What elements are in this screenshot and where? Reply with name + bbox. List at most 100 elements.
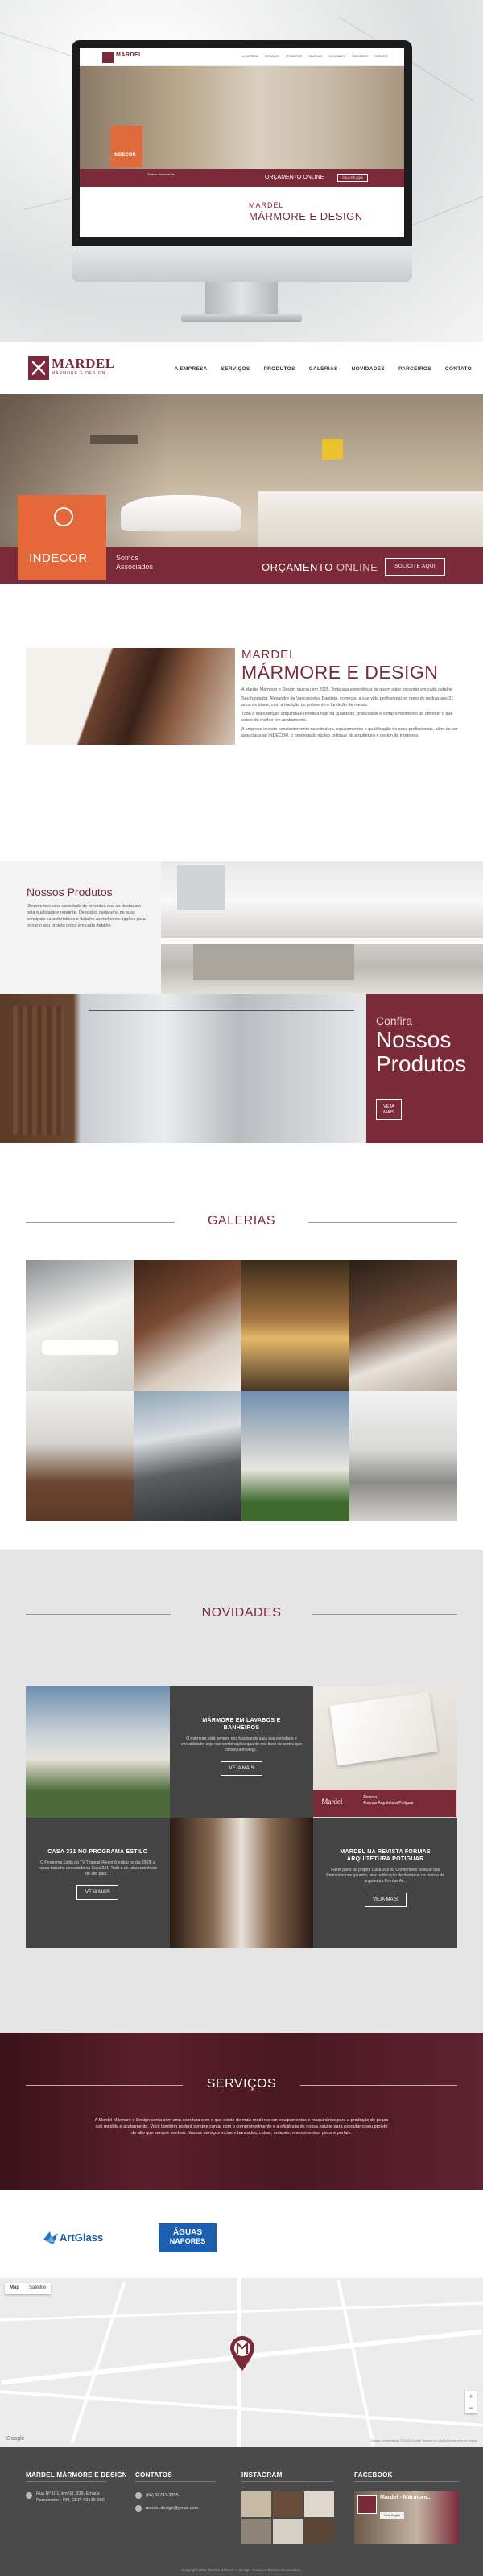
indecor-label: INDECOR bbox=[29, 551, 88, 565]
mini-menu-item: NOVIDADES bbox=[328, 55, 346, 58]
mardel-logo-icon[interactable] bbox=[28, 356, 49, 380]
facebook-widget[interactable]: Mardel - Mármore... Curtir Página bbox=[354, 2491, 459, 2544]
aguas-line-2: NAPORES bbox=[169, 2237, 206, 2245]
news-photo-house[interactable] bbox=[26, 1686, 170, 1818]
about-text: A Mardel Mármore e Design nasceu em 2005… bbox=[242, 687, 459, 741]
mini-menu-item: SERVIÇOS bbox=[265, 55, 280, 58]
veja-mais-button[interactable]: VEJA MAIS bbox=[220, 1761, 262, 1776]
news-card-revista[interactable]: MARDEL NA REVISTA FORMAS ARQUITETURA POT… bbox=[313, 1817, 457, 1948]
footer-rule bbox=[354, 2481, 459, 2482]
galleries-heading: GALERIAS bbox=[26, 1214, 457, 1230]
nav-galerias[interactable]: GALERIAS bbox=[309, 366, 338, 372]
mini-menu-item: GALERIAS bbox=[308, 55, 323, 58]
monitor-screen: MARDEL A EMPRESA SERVIÇOS PRODUTOS GALER… bbox=[80, 48, 404, 237]
map-type-map[interactable]: Map bbox=[5, 2283, 24, 2294]
facebook-like-button[interactable]: Curtir Página bbox=[380, 2512, 404, 2519]
map-zoom-control[interactable]: + − bbox=[465, 2391, 477, 2413]
footer-contacts-title: CONTATOS bbox=[135, 2471, 172, 2479]
footer-email[interactable]: mardel.design@gmail.com bbox=[146, 2505, 198, 2512]
artglass-logo[interactable]: ArtGlass bbox=[42, 2228, 122, 2246]
gallery-photo[interactable] bbox=[134, 1260, 242, 1391]
instagram-photo[interactable] bbox=[273, 2518, 303, 2544]
gallery-photo[interactable] bbox=[349, 1390, 457, 1521]
mini-menu-item: PRODUTOS bbox=[286, 55, 302, 58]
news-card-casa-331[interactable]: CASA 331 NO PROGRAMA ESTILO O Programa E… bbox=[26, 1817, 170, 1948]
wooden-door bbox=[8, 1006, 64, 1135]
magazine-shape bbox=[329, 1691, 438, 1766]
instagram-photo[interactable] bbox=[242, 2518, 271, 2544]
zoom-out-icon[interactable]: − bbox=[465, 2402, 477, 2413]
footer-instagram-title: INSTAGRAM bbox=[242, 2471, 283, 2479]
mini-menu-item: CONTATO bbox=[374, 55, 388, 58]
nav-parceiros[interactable]: PARCEIROS bbox=[398, 366, 431, 372]
monitor-stand-neck bbox=[205, 282, 278, 316]
map-legal-text[interactable]: Dados cartográficos ©2016 Google Termos … bbox=[371, 2438, 477, 2442]
indecor-badge[interactable]: INDECOR bbox=[18, 495, 106, 580]
sink-shape bbox=[42, 1340, 118, 1355]
map-section[interactable]: Map Satellite + − Google Dados cartográf… bbox=[0, 2278, 483, 2447]
news-photo-bathroom[interactable] bbox=[169, 1817, 314, 1948]
instagram-photo[interactable] bbox=[304, 2491, 334, 2517]
map-type-satellite[interactable]: Satellite bbox=[24, 2283, 51, 2294]
orcamento-online-label: ORÇAMENTO ONLINE bbox=[262, 561, 378, 573]
instagram-photo[interactable] bbox=[304, 2518, 334, 2544]
glass-facade-image bbox=[0, 994, 366, 1143]
mini-indecor-tile bbox=[110, 126, 142, 167]
cta-button-line-2: MAIS bbox=[383, 1110, 394, 1115]
footer-facebook-title: FACEBOOK bbox=[354, 2471, 393, 2479]
aguas-napores-logo[interactable]: ÁGUAS NAPORES bbox=[159, 2223, 217, 2252]
about-paragraph: A empresa investe constantemente na estr… bbox=[242, 727, 458, 738]
mail-icon bbox=[135, 2505, 142, 2512]
gallery-photo[interactable] bbox=[26, 1390, 134, 1521]
nav-contato[interactable]: CONTATO bbox=[445, 366, 472, 372]
site-footer: MARDEL MÁRMORE E DESIGN Rua Nº 101, km 0… bbox=[0, 2447, 483, 2576]
footer-phone[interactable]: (84) 98741-3355 bbox=[146, 2492, 179, 2499]
gallery-photo[interactable] bbox=[134, 1390, 242, 1521]
map-pin-icon[interactable] bbox=[229, 2336, 256, 2372]
copyright-text: Copyright 2016, Mardel Mármore e Design.… bbox=[181, 2568, 302, 2572]
services-section: SERVIÇOS A Mardel Mármore e Design conta… bbox=[0, 2033, 483, 2190]
hero-wall-niche bbox=[90, 435, 138, 444]
news-photo-magazine[interactable]: Mardel Revista Formas Arquitetura Potigu… bbox=[313, 1686, 457, 1818]
gallery-photo[interactable] bbox=[26, 1260, 134, 1391]
map-road bbox=[70, 2281, 126, 2444]
gallery-photo[interactable] bbox=[242, 1390, 349, 1521]
logo-name[interactable]: MARDEL bbox=[52, 356, 115, 372]
monitor-stand-base bbox=[181, 314, 302, 322]
hero-yellow-shelf bbox=[322, 439, 343, 460]
footer-company-title: MARDEL MÁRMORE E DESIGN bbox=[26, 2471, 127, 2479]
nav-a-empresa[interactable]: A EMPRESA bbox=[175, 366, 208, 372]
products-intro: Nossos Produtos Oferecemos uma variedade… bbox=[0, 861, 483, 994]
veja-mais-button[interactable]: VEJA MAIS bbox=[76, 1885, 119, 1900]
mini-menu-item: PARCEIROS bbox=[352, 55, 369, 58]
gallery-photo[interactable] bbox=[349, 1260, 457, 1391]
map-type-toggle[interactable]: Map Satellite bbox=[5, 2283, 52, 2294]
site-header: MARDEL MÁRMORE E DESIGN A EMPRESA SERVIÇ… bbox=[0, 342, 483, 394]
zoom-in-icon[interactable]: + bbox=[465, 2391, 477, 2402]
cta-button-line-1: VEJA bbox=[383, 1104, 394, 1109]
footer-rule bbox=[135, 2481, 216, 2482]
instagram-photo[interactable] bbox=[242, 2491, 271, 2517]
footer-rule bbox=[242, 2481, 334, 2482]
online-word: ONLINE bbox=[336, 561, 378, 573]
veja-mais-button[interactable]: VEJA MAIS bbox=[364, 1892, 407, 1907]
gallery-photo[interactable] bbox=[242, 1260, 349, 1391]
phone-icon bbox=[135, 2492, 142, 2499]
indecor-icon bbox=[54, 507, 73, 526]
veja-mais-products-button[interactable]: VEJA MAIS bbox=[376, 1099, 402, 1120]
nav-produtos[interactable]: PRODUTOS bbox=[263, 366, 295, 372]
products-cta: Confira Nossos Produtos VEJA MAIS bbox=[0, 994, 483, 1143]
instagram-grid bbox=[242, 2491, 334, 2544]
solicite-aqui-button[interactable]: SOLICITE AQUI bbox=[385, 558, 445, 576]
nav-novidades[interactable]: NOVIDADES bbox=[352, 366, 385, 372]
instagram-photo[interactable] bbox=[273, 2491, 303, 2517]
mini-logo-icon bbox=[102, 52, 114, 63]
mini-solicite-button: SOLICITE AQUI bbox=[337, 174, 368, 182]
mockup-section: MARDEL A EMPRESA SERVIÇOS PRODUTOS GALER… bbox=[0, 0, 483, 342]
nav-servicos[interactable]: SERVIÇOS bbox=[221, 366, 250, 372]
services-title: SERVIÇOS bbox=[206, 2077, 277, 2091]
facebook-page-name[interactable]: Mardel - Mármore... bbox=[380, 2495, 431, 2500]
news-card-title: MARDEL NA REVISTA FORMAS ARQUITETURA POT… bbox=[340, 1848, 431, 1862]
news-card-lavabos[interactable]: MÁRMORE EM LAVABOS E BANHEIROS O mármore… bbox=[169, 1686, 314, 1818]
hero-vanity-cabinet bbox=[258, 491, 483, 547]
